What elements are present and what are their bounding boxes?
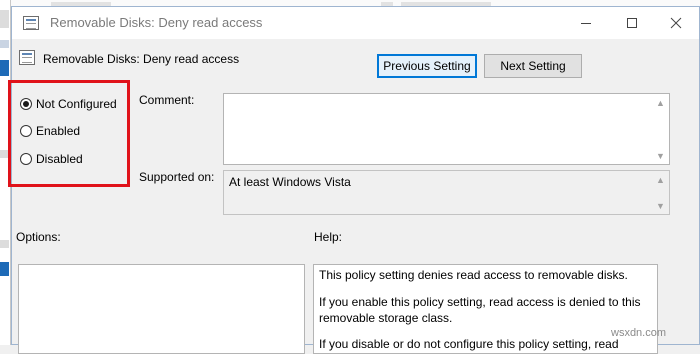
help-label: Help:	[314, 230, 343, 244]
options-label: Options:	[16, 230, 61, 244]
comment-scrollbar[interactable]: ▲ ▼	[652, 94, 669, 164]
help-paragraph: If you enable this policy setting, read …	[319, 295, 641, 325]
minimize-icon[interactable]	[563, 7, 609, 39]
maximize-icon[interactable]	[609, 7, 655, 39]
comment-value	[224, 94, 669, 100]
highlight-box	[8, 80, 130, 187]
watermark: wsxdn.com	[611, 327, 667, 339]
scroll-up-icon[interactable]: ▲	[652, 171, 669, 188]
help-paragraph: This policy setting denies read access t…	[319, 268, 628, 282]
policy-dialog: Removable Disks: Deny read access Remova…	[8, 6, 700, 354]
help-panel: This policy setting denies read access t…	[313, 264, 658, 354]
policy-name: Removable Disks: Deny read access	[43, 52, 240, 66]
scroll-down-icon[interactable]: ▼	[652, 147, 669, 164]
next-setting-button[interactable]: Next Setting	[484, 54, 582, 78]
supported-on-label: Supported on:	[139, 170, 215, 184]
close-icon[interactable]	[653, 7, 699, 39]
supported-on-value: At least Windows Vista	[229, 175, 351, 189]
supported-on-field: At least Windows Vista ▲ ▼	[223, 170, 670, 215]
scroll-down-icon[interactable]: ▼	[652, 197, 669, 214]
window-title: Removable Disks: Deny read access	[50, 15, 263, 30]
comment-field[interactable]: ▲ ▼	[223, 93, 670, 165]
options-panel	[18, 264, 305, 354]
policy-icon	[19, 50, 35, 65]
comment-label: Comment:	[139, 93, 195, 107]
previous-setting-button[interactable]: Previous Setting	[377, 54, 477, 78]
scroll-up-icon[interactable]: ▲	[652, 94, 669, 111]
policy-icon	[23, 16, 39, 30]
help-paragraph: If you disable or do not configure this …	[319, 337, 619, 351]
supported-scrollbar[interactable]: ▲ ▼	[652, 171, 669, 214]
title-bar: Removable Disks: Deny read access	[12, 7, 699, 39]
